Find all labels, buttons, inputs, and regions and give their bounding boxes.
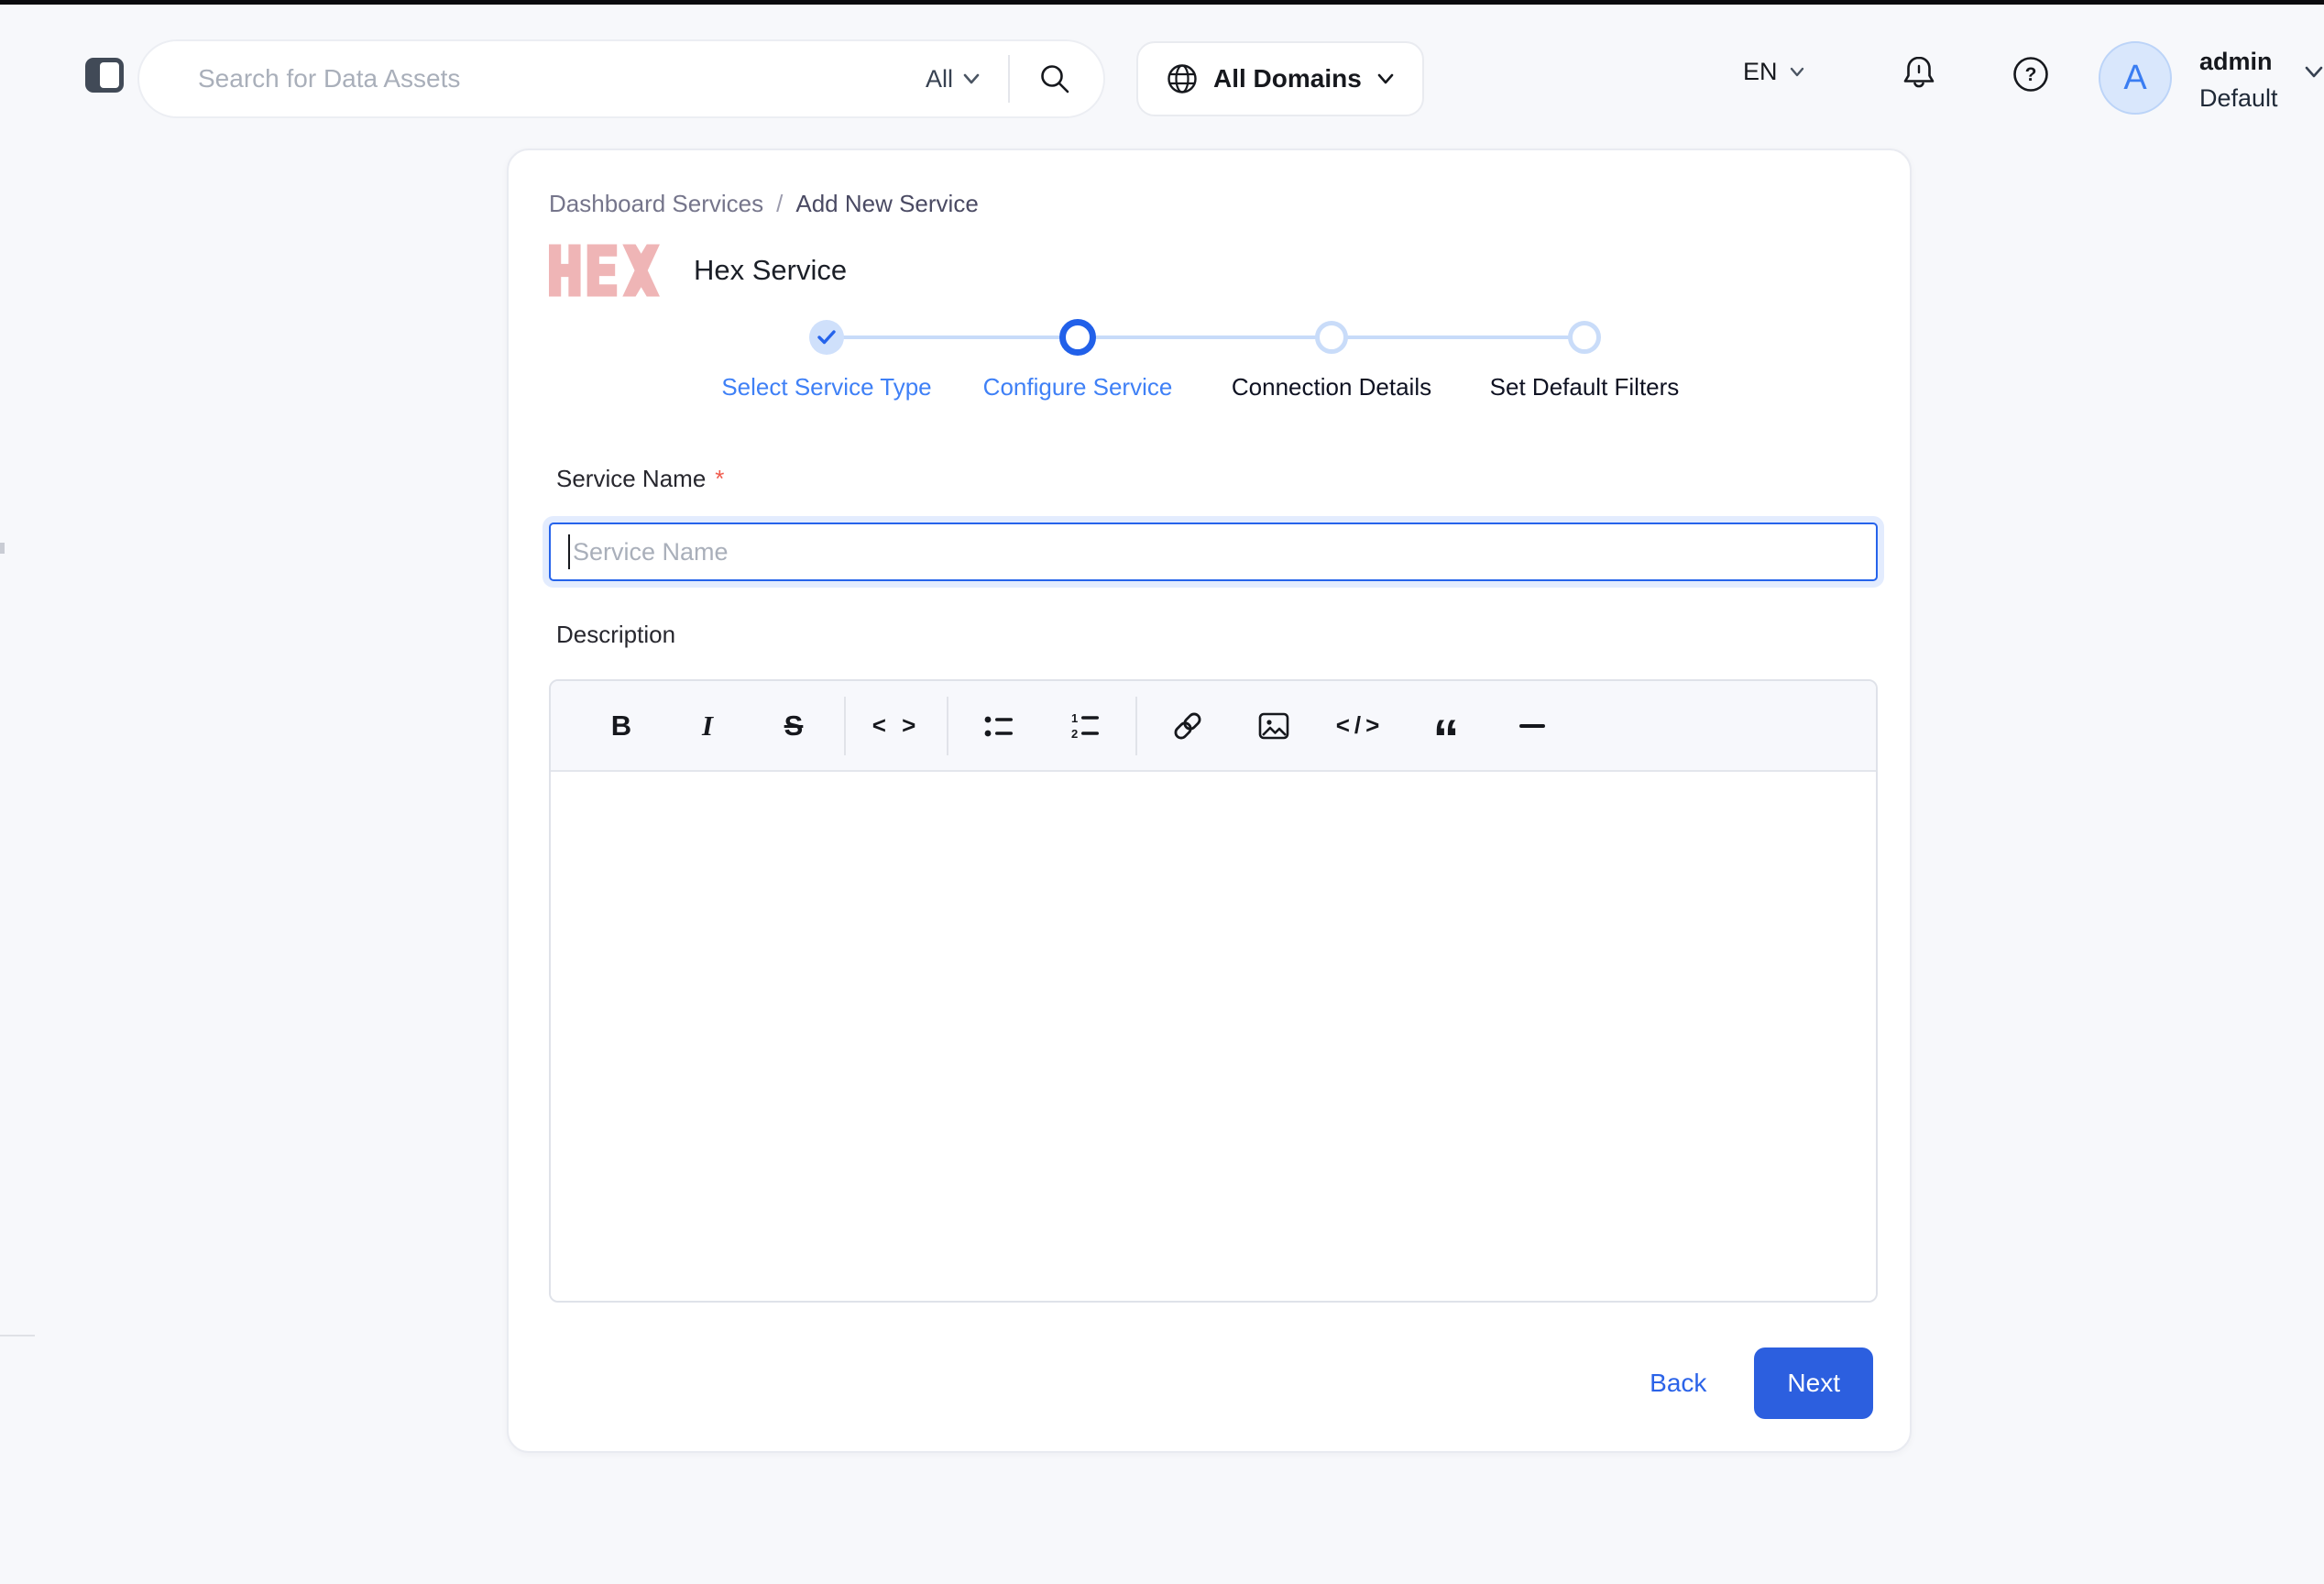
add-service-card: Dashboard Services / Add New Service Hex… bbox=[507, 148, 1912, 1453]
search-icon[interactable] bbox=[1037, 61, 1072, 96]
breadcrumb: Dashboard Services / Add New Service bbox=[549, 190, 979, 218]
page-title: Hex Service bbox=[694, 254, 847, 287]
chevron-down-icon bbox=[962, 72, 981, 85]
step-circle-configure-service bbox=[1059, 319, 1096, 356]
stepper-connector bbox=[827, 336, 1584, 339]
next-button[interactable]: Next bbox=[1754, 1348, 1873, 1419]
check-icon bbox=[817, 329, 837, 346]
all-domains-label: All Domains bbox=[1213, 64, 1362, 94]
description-label: Description bbox=[556, 621, 675, 649]
wizard-footer: Back Next bbox=[1650, 1348, 1873, 1419]
service-name-label: Service Name* bbox=[556, 465, 724, 493]
description-textarea[interactable] bbox=[551, 772, 1876, 1303]
toolbar-divider bbox=[1135, 697, 1137, 755]
breadcrumb-current: Add New Service bbox=[795, 190, 978, 218]
strikethrough-icon[interactable]: S bbox=[765, 698, 822, 754]
language-label: EN bbox=[1743, 58, 1778, 86]
back-button[interactable]: Back bbox=[1650, 1369, 1706, 1398]
sidebar-toggle-icon[interactable] bbox=[84, 57, 125, 94]
description-editor: B I S < > 1 2 bbox=[549, 679, 1878, 1303]
breadcrumb-separator: / bbox=[776, 190, 783, 218]
svg-text:2: 2 bbox=[1071, 727, 1078, 741]
topbar: Search for Data Assets All All Domains E… bbox=[0, 5, 2324, 133]
link-icon[interactable] bbox=[1159, 698, 1216, 754]
language-dropdown[interactable]: EN bbox=[1743, 58, 1805, 86]
step-label-configure-service: Configure Service bbox=[940, 373, 1215, 402]
svg-text:1: 1 bbox=[1071, 711, 1078, 725]
step-label-select-service-type: Select Service Type bbox=[689, 373, 964, 402]
collapsed-sidebar-artifact bbox=[0, 543, 5, 554]
step-circle-set-default-filters bbox=[1568, 321, 1601, 354]
service-name-input[interactable] bbox=[549, 522, 1878, 581]
search-scope-dropdown[interactable]: All bbox=[926, 65, 981, 94]
step-circle-connection-details bbox=[1315, 321, 1348, 354]
search-input[interactable]: Search for Data Assets bbox=[198, 64, 926, 94]
step-label-connection-details: Connection Details bbox=[1194, 373, 1469, 402]
image-icon[interactable] bbox=[1245, 698, 1302, 754]
editor-toolbar: B I S < > 1 2 bbox=[551, 681, 1876, 772]
horizontal-rule-icon[interactable] bbox=[1504, 698, 1561, 754]
avatar-initial: A bbox=[2123, 59, 2146, 98]
bold-icon[interactable]: B bbox=[593, 698, 650, 754]
service-name-field bbox=[549, 522, 1878, 581]
help-icon[interactable]: ? bbox=[2011, 54, 2051, 94]
code-block-icon[interactable]: </> bbox=[1332, 698, 1388, 754]
hex-logo bbox=[549, 244, 661, 297]
global-search-bar[interactable]: Search for Data Assets All bbox=[137, 39, 1105, 118]
service-header: Hex Service bbox=[549, 244, 847, 297]
chevron-down-icon bbox=[1376, 72, 1395, 85]
svg-text:?: ? bbox=[2025, 64, 2037, 85]
toolbar-divider bbox=[844, 697, 846, 755]
numbered-list-icon[interactable]: 1 2 bbox=[1057, 698, 1113, 754]
step-label-set-default-filters: Set Default Filters bbox=[1447, 373, 1722, 402]
all-domains-button[interactable]: All Domains bbox=[1136, 41, 1424, 116]
italic-icon[interactable]: I bbox=[679, 698, 736, 754]
breadcrumb-dashboard-services[interactable]: Dashboard Services bbox=[549, 190, 763, 218]
toolbar-divider bbox=[947, 697, 948, 755]
user-name: admin bbox=[2199, 43, 2278, 80]
bullet-list-icon[interactable] bbox=[970, 698, 1027, 754]
user-avatar[interactable]: A bbox=[2099, 41, 2172, 115]
required-marker: * bbox=[715, 465, 724, 492]
user-menu-chevron-icon[interactable] bbox=[2304, 65, 2324, 80]
quote-icon[interactable]: “ bbox=[1418, 698, 1474, 754]
collapsed-sidebar-divider bbox=[0, 1335, 35, 1336]
text-caret bbox=[568, 534, 570, 569]
chevron-down-icon bbox=[1789, 66, 1805, 78]
globe-icon bbox=[1166, 62, 1199, 95]
user-team: Default bbox=[2199, 80, 2278, 116]
inline-code-icon[interactable]: < > bbox=[868, 698, 925, 754]
search-divider bbox=[1008, 55, 1010, 103]
search-scope-label: All bbox=[926, 65, 953, 94]
user-menu[interactable]: admin Default bbox=[2199, 43, 2278, 116]
notifications-bell-icon[interactable] bbox=[1899, 52, 1939, 96]
step-circle-select-service-type bbox=[809, 320, 844, 355]
